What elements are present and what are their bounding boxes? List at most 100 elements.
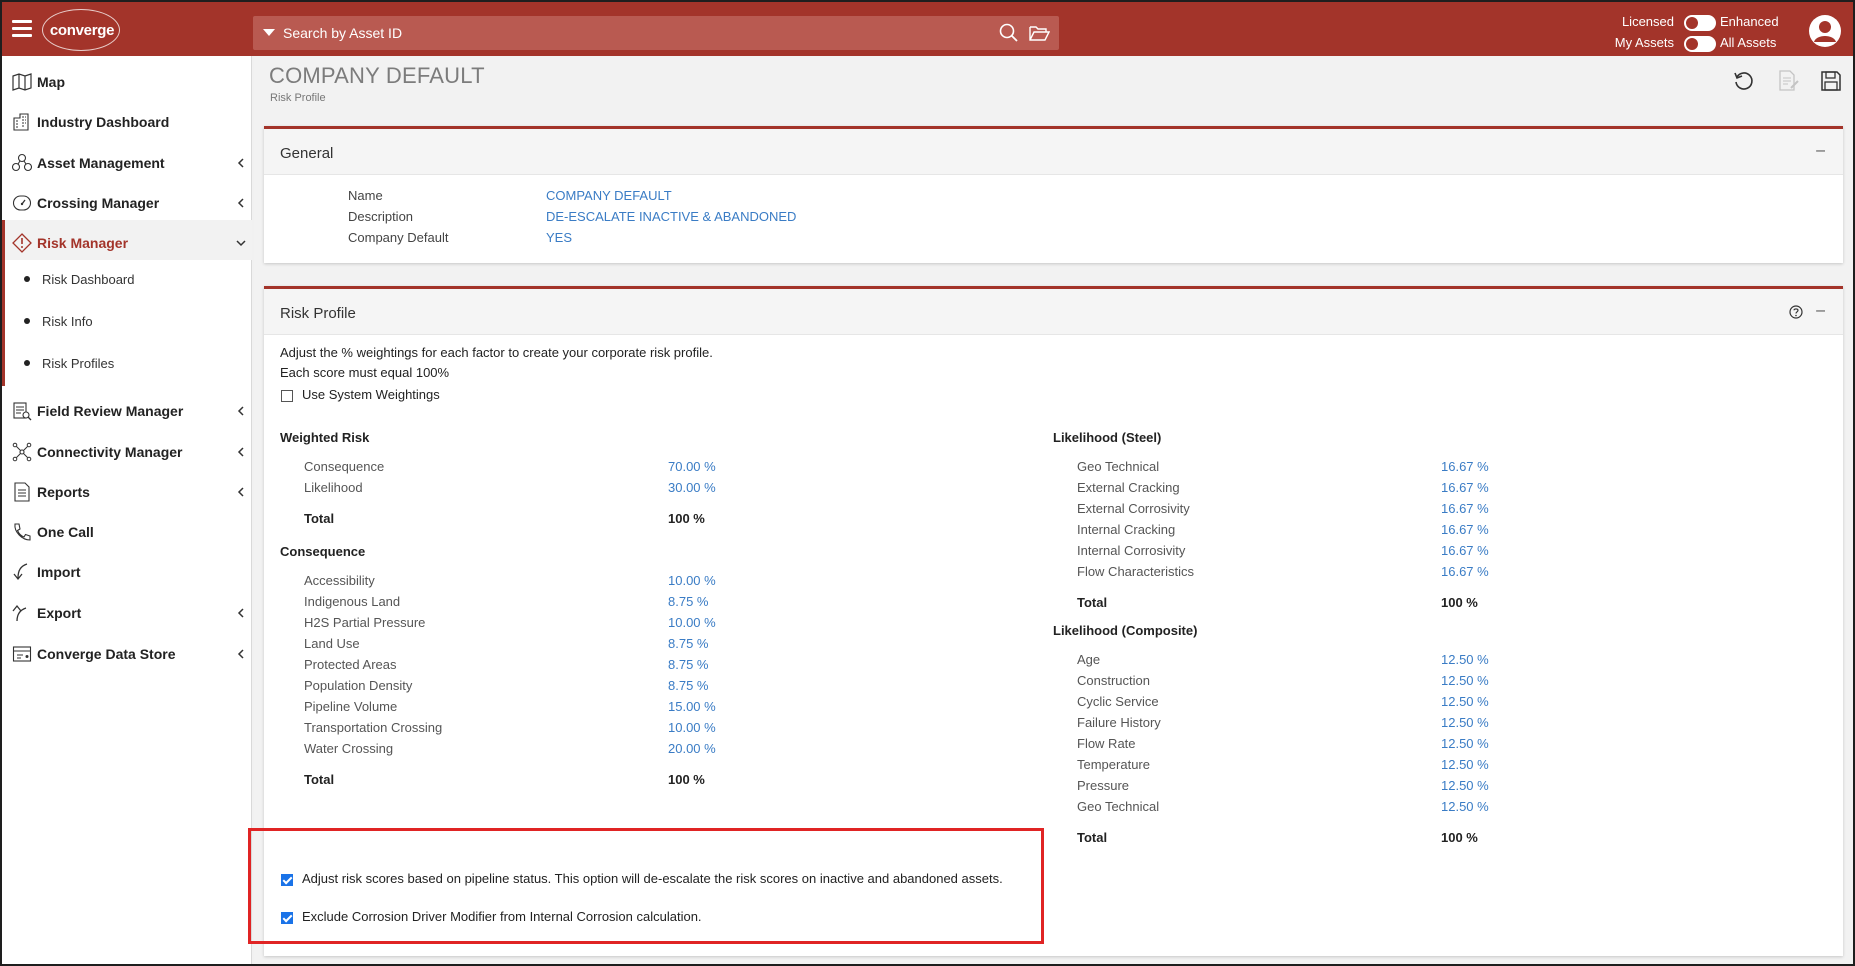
- toggle-all-assets-label: All Assets: [1720, 35, 1777, 50]
- weight-label: Pressure: [1077, 778, 1130, 793]
- weight-value[interactable]: 16.67 %: [1441, 522, 1489, 537]
- weight-value[interactable]: 12.50 %: [1441, 652, 1489, 667]
- sidebar-item-reports[interactable]: Reports: [2, 473, 252, 511]
- weight-value[interactable]: 16.67 %: [1441, 564, 1489, 579]
- weight-value[interactable]: 12.50 %: [1441, 673, 1489, 688]
- weight-value[interactable]: 8.75 %: [668, 678, 708, 693]
- panel-title: General: [280, 145, 334, 162]
- weight-label: Consequence: [304, 459, 385, 474]
- likelihood-composite-heading: Likelihood (Composite): [1053, 623, 1198, 638]
- phone-icon: [14, 523, 31, 541]
- top-bar: converge Licensed Enhanced My Assets All…: [2, 2, 1853, 56]
- collapse-button[interactable]: –: [1816, 142, 1825, 160]
- weight-value[interactable]: 16.67 %: [1441, 480, 1489, 495]
- use-system-weightings-checkbox[interactable]: [281, 390, 293, 402]
- report-icon: [14, 482, 30, 502]
- sidebar-item-one-call[interactable]: One Call: [2, 513, 252, 551]
- risk-profile-panel-header[interactable]: Risk Profile –: [264, 289, 1843, 335]
- licensed-enhanced-toggle[interactable]: [1684, 15, 1716, 31]
- sidebar-subitem-risk-dashboard[interactable]: Risk Dashboard: [2, 264, 252, 298]
- weight-value[interactable]: 12.50 %: [1441, 736, 1489, 751]
- folder-open-icon[interactable]: [1028, 23, 1050, 43]
- weight-value[interactable]: 20.00 %: [668, 741, 716, 756]
- sidebar-item-connectivity-manager[interactable]: Connectivity Manager: [2, 433, 252, 471]
- weight-label: Geo Technical: [1077, 799, 1160, 814]
- sidebar-item-crossing-manager[interactable]: Crossing Manager: [2, 184, 252, 222]
- my-all-assets-toggle[interactable]: [1684, 36, 1716, 52]
- chevron-left-icon: [237, 406, 244, 416]
- hamburger-menu-icon[interactable]: [12, 20, 32, 38]
- sidebar-item-import[interactable]: Import: [2, 553, 252, 591]
- page-title: COMPANY DEFAULT: [269, 63, 485, 88]
- edit-document-icon[interactable]: [1776, 69, 1800, 93]
- refresh-icon[interactable]: [1732, 69, 1756, 93]
- weight-value[interactable]: 12.50 %: [1441, 715, 1489, 730]
- asset-search-bar: [253, 16, 1059, 50]
- weight-value[interactable]: 12.50 %: [1441, 694, 1489, 709]
- collapse-button[interactable]: –: [1816, 302, 1825, 320]
- weight-value[interactable]: 10.00 %: [668, 615, 716, 630]
- total-label: Total: [304, 772, 335, 787]
- sidebar-item-industry-dashboard[interactable]: Industry Dashboard: [2, 103, 252, 141]
- logo-text: converge: [49, 22, 115, 39]
- chevron-left-icon: [237, 487, 244, 497]
- weight-value[interactable]: 12.50 %: [1441, 799, 1489, 814]
- total-label: Total: [304, 511, 335, 526]
- general-panel-header[interactable]: General –: [264, 129, 1843, 175]
- weight-value[interactable]: 8.75 %: [668, 594, 708, 609]
- sidebar-item-map[interactable]: Map: [2, 63, 252, 101]
- weight-value[interactable]: 16.67 %: [1441, 501, 1489, 516]
- sidebar-subitem-risk-info[interactable]: Risk Info: [2, 306, 252, 340]
- weight-value[interactable]: 30.00 %: [668, 480, 716, 495]
- view-toggles: Licensed Enhanced My Assets All Assets: [1614, 14, 1794, 54]
- app-window: converge Licensed Enhanced My Assets All…: [2, 2, 1853, 964]
- bullet-dot: [24, 318, 30, 324]
- sidebar-subitem-risk-profiles[interactable]: Risk Profiles: [2, 348, 252, 382]
- user-avatar-icon[interactable]: [1808, 14, 1842, 48]
- sidebar-item-label: Asset Management: [37, 155, 165, 171]
- exclude-corrosion-modifier-checkbox[interactable]: [281, 912, 293, 924]
- weight-value[interactable]: 12.50 %: [1441, 778, 1489, 793]
- sidebar-item-converge-data-store[interactable]: Converge Data Store: [2, 635, 252, 673]
- weight-label: Internal Cracking: [1077, 522, 1176, 537]
- weight-value[interactable]: 16.67 %: [1441, 543, 1489, 558]
- converge-logo[interactable]: converge: [42, 9, 120, 51]
- sidebar-item-label: Import: [37, 564, 81, 580]
- chevron-left-icon: [237, 198, 244, 208]
- total-value: 100 %: [1441, 830, 1478, 845]
- weight-value[interactable]: 10.00 %: [668, 573, 716, 588]
- weight-label: Likelihood: [304, 480, 363, 495]
- search-icon[interactable]: [998, 23, 1020, 43]
- total-value: 100 %: [668, 511, 705, 526]
- total-value: 100 %: [1441, 595, 1478, 610]
- weight-value[interactable]: 12.50 %: [1441, 757, 1489, 772]
- field-value: DE-ESCALATE INACTIVE & ABANDONED: [546, 209, 797, 224]
- weight-value[interactable]: 8.75 %: [668, 636, 708, 651]
- weight-label: Internal Corrosivity: [1077, 543, 1186, 558]
- sidebar-item-field-review-manager[interactable]: Field Review Manager: [2, 392, 252, 430]
- sidebar-item-risk-manager[interactable]: Risk Manager: [2, 224, 252, 262]
- save-icon[interactable]: [1819, 69, 1843, 93]
- weight-value[interactable]: 10.00 %: [668, 720, 716, 735]
- instructions-line-2: Each score must equal 100%: [280, 365, 450, 380]
- chevron-left-icon: [237, 158, 244, 168]
- help-icon[interactable]: [1789, 305, 1803, 319]
- chevron-left-icon: [237, 649, 244, 659]
- field-label: Company Default: [348, 230, 449, 245]
- bullet-dot: [24, 276, 30, 282]
- sidebar-item-export[interactable]: Export: [2, 594, 252, 632]
- weight-value[interactable]: 15.00 %: [668, 699, 716, 714]
- weight-label: Failure History: [1077, 715, 1161, 730]
- risk-profile-panel: Risk Profile – Adjust the % weightings f…: [264, 286, 1843, 956]
- search-input[interactable]: [283, 16, 943, 50]
- weight-value[interactable]: 70.00 %: [668, 459, 716, 474]
- sidebar-item-label: Field Review Manager: [37, 403, 184, 419]
- weight-value[interactable]: 8.75 %: [668, 657, 708, 672]
- sidebar-item-asset-management[interactable]: Asset Management: [2, 144, 252, 182]
- search-type-dropdown-icon[interactable]: [263, 29, 275, 36]
- adjust-risk-scores-checkbox[interactable]: [281, 874, 293, 886]
- weight-label: Water Crossing: [304, 741, 394, 756]
- weight-value[interactable]: 16.67 %: [1441, 459, 1489, 474]
- chevron-left-icon: [237, 608, 244, 618]
- total-value: 100 %: [668, 772, 705, 787]
